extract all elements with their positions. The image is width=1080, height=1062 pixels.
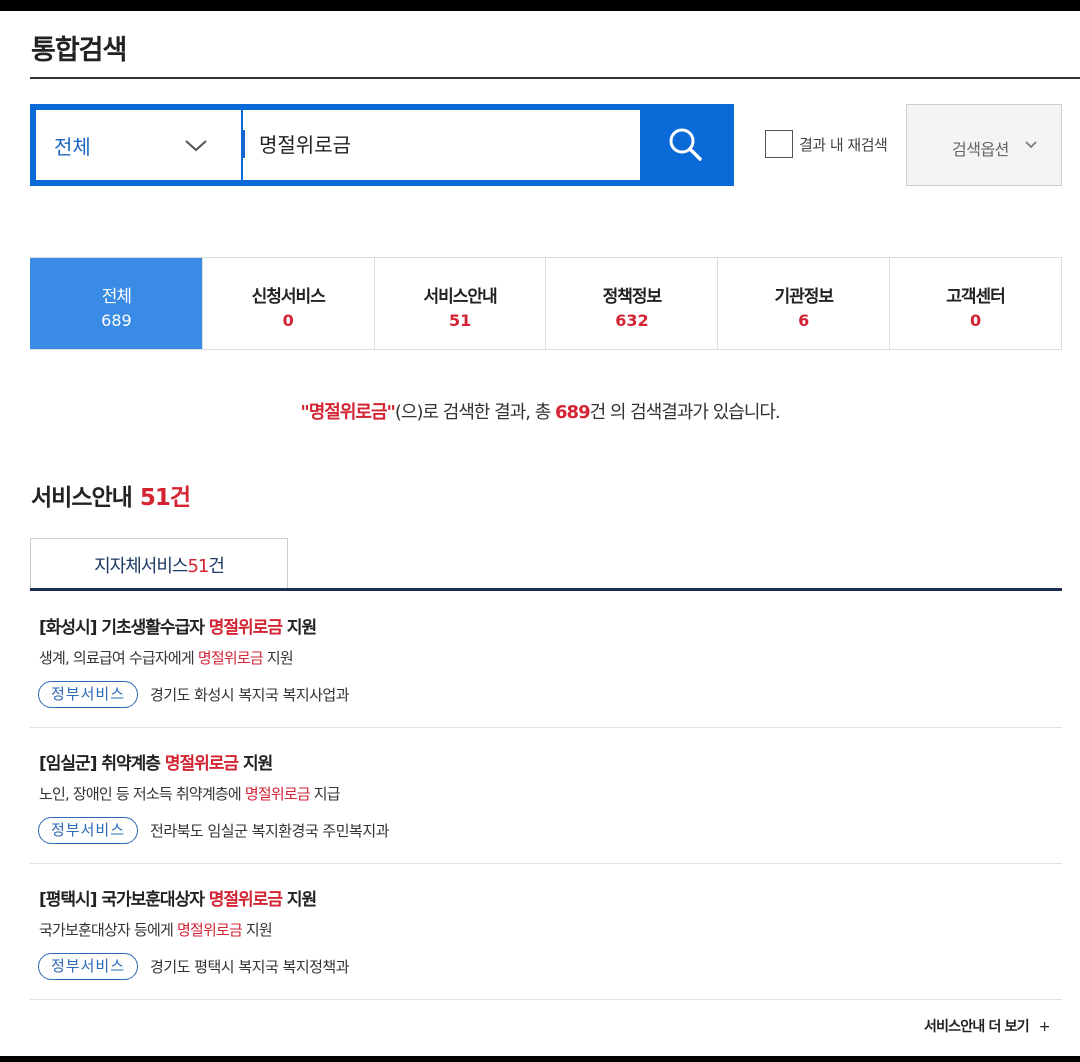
tab-count: 51 <box>448 311 472 330</box>
result-desc-text: 생계, 의료급여 수급자에게 <box>39 649 198 667</box>
tab-label: 기관정보 <box>774 287 834 307</box>
result-title-keyword: 명절위로금 <box>164 754 239 774</box>
section-title: 서비스안내 51건 <box>31 478 191 512</box>
tab-label: 서비스안내 <box>423 287 497 307</box>
page-title: 통합검색 <box>31 35 127 66</box>
result-title-text: [평택시] 국가보훈대상자 <box>39 890 209 910</box>
category-badge: 정부서비스 <box>38 681 139 708</box>
search-options-button[interactable]: 검색옵션 <box>906 104 1062 186</box>
checkbox[interactable] <box>765 130 793 158</box>
subtab-label: 지자체서비스51건 <box>94 552 225 578</box>
tab-label: 신청서비스 <box>251 287 326 307</box>
result-desc-text: 지급 <box>309 785 341 803</box>
tab-policy-info[interactable]: 정책정보 632 <box>545 258 718 349</box>
chevron-down-icon <box>1025 141 1037 149</box>
result-meta: 정부서비스 경기도 화성시 복지국 복지사업과 <box>38 681 350 708</box>
rescan-checkbox[interactable]: 결과 내 재검색 <box>765 130 888 158</box>
title-divider <box>30 77 1080 79</box>
result-meta: 정부서비스 경기도 평택시 복지국 복지정책과 <box>38 953 350 980</box>
result-desc-text: 지원 <box>262 649 294 667</box>
status-bar <box>0 0 1080 11</box>
more-services-link[interactable]: 서비스안내 더 보기 + <box>924 1016 1051 1036</box>
category-badge: 정부서비스 <box>38 817 139 844</box>
result-description: 노인, 장애인 등 저소득 취약계층에 명절위로금 지급 <box>39 783 341 804</box>
result-title-link[interactable]: [화성시] 기초생활수급자 명절위로금 지원 <box>39 613 317 638</box>
tab-label: 정책정보 <box>602 287 663 307</box>
result-desc-keyword: 명절위로금 <box>244 785 311 803</box>
result-description: 생계, 의료급여 수급자에게 명절위로금 지원 <box>39 647 294 668</box>
search-icon <box>669 128 702 161</box>
rescan-label: 결과 내 재검색 <box>799 135 888 154</box>
result-title-text: 지원 <box>281 890 317 910</box>
result-title-link[interactable]: [임실군] 취약계층 명절위로금 지원 <box>39 749 273 774</box>
subtab-unit: 건 <box>208 556 225 577</box>
tab-label: 고객센터 <box>946 287 1006 307</box>
result-title-keyword: 명절위로금 <box>208 890 283 910</box>
list-item: [평택시] 국가보훈대상자 명절위로금 지원 국가보훈대상자 등에게 명절위로금… <box>30 863 1062 1000</box>
result-title-text: 지원 <box>238 754 273 774</box>
summary-keyword: "명절위로금" <box>300 402 396 423</box>
list-item: [임실군] 취약계층 명절위로금 지원 노인, 장애인 등 저소득 취약계층에 … <box>30 727 1062 864</box>
category-badge: 정부서비스 <box>38 953 139 980</box>
nav-bar <box>0 1056 1080 1062</box>
tab-customer-center[interactable]: 고객센터 0 <box>889 258 1061 349</box>
section-count: 51건 <box>139 485 191 511</box>
result-title-text: [화성시] 기초생활수급자 <box>39 618 209 638</box>
agency-name: 경기도 평택시 복지국 복지정책과 <box>150 958 350 976</box>
result-title-link[interactable]: [평택시] 국가보훈대상자 명절위로금 지원 <box>39 885 317 910</box>
result-summary: "명절위로금"(으)로 검색한 결과, 총 689건 의 검색결과가 있습니다. <box>0 398 1080 424</box>
result-description: 국가보훈대상자 등에게 명절위로금 지원 <box>39 919 273 940</box>
summary-text: (으)로 검색한 결과, 총 <box>394 402 556 423</box>
agency-name: 경기도 화성시 복지국 복지사업과 <box>150 686 350 704</box>
chevron-down-icon <box>185 140 207 152</box>
plus-icon: + <box>1038 1019 1051 1035</box>
tab-application-services[interactable]: 신청서비스 0 <box>201 258 374 349</box>
search-input-wrap <box>243 110 640 180</box>
tab-count: 689 <box>101 311 132 330</box>
agency-name: 전라북도 임실군 복지환경국 주민복지과 <box>150 822 389 840</box>
result-desc-keyword: 명절위로금 <box>176 921 243 939</box>
tab-service-guide[interactable]: 서비스안내 51 <box>373 258 546 349</box>
subtab-local-services[interactable]: 지자체서비스51건 <box>30 538 288 589</box>
search-options-label: 검색옵션 <box>952 140 1009 159</box>
result-desc-keyword: 명절위로금 <box>197 649 264 667</box>
section-title-label: 서비스안내 <box>31 485 133 511</box>
category-tabs: 전체 689 신청서비스 0 서비스안내 51 정책정보 632 기관정보 6 … <box>30 257 1062 350</box>
list-item: [화성시] 기초생활수급자 명절위로금 지원 생계, 의료급여 수급자에게 명절… <box>30 591 1062 728</box>
tab-label: 전체 <box>101 287 132 307</box>
text-caret <box>243 130 245 158</box>
result-meta: 정부서비스 전라북도 임실군 복지환경국 주민복지과 <box>38 817 389 844</box>
tab-count: 0 <box>969 311 982 330</box>
search-input[interactable] <box>259 131 619 155</box>
tab-count: 6 <box>798 311 810 330</box>
tab-count: 632 <box>615 311 649 330</box>
result-title-text: 지원 <box>281 618 317 638</box>
result-title-keyword: 명절위로금 <box>208 618 283 638</box>
tab-all[interactable]: 전체 689 <box>30 258 202 349</box>
tab-agency-info[interactable]: 기관정보 6 <box>717 258 890 349</box>
tab-count: 0 <box>282 311 294 330</box>
result-desc-text: 국가보훈대상자 등에게 <box>39 921 177 939</box>
subtab-count: 51 <box>187 556 209 577</box>
more-label: 서비스안내 더 보기 <box>924 1019 1030 1035</box>
summary-text: 건 의 검색결과가 있습니다. <box>589 402 781 423</box>
search-scope-select[interactable]: 전체 <box>36 110 241 180</box>
result-desc-text: 노인, 장애인 등 저소득 취약계층에 <box>39 785 245 803</box>
search-button[interactable] <box>640 110 728 180</box>
subtab-name: 지자체서비스 <box>94 556 188 577</box>
search-scope-value: 전체 <box>54 135 91 159</box>
result-desc-text: 지원 <box>241 921 273 939</box>
summary-total: 689 <box>555 402 591 423</box>
result-title-text: [임실군] 취약계층 <box>39 754 165 774</box>
